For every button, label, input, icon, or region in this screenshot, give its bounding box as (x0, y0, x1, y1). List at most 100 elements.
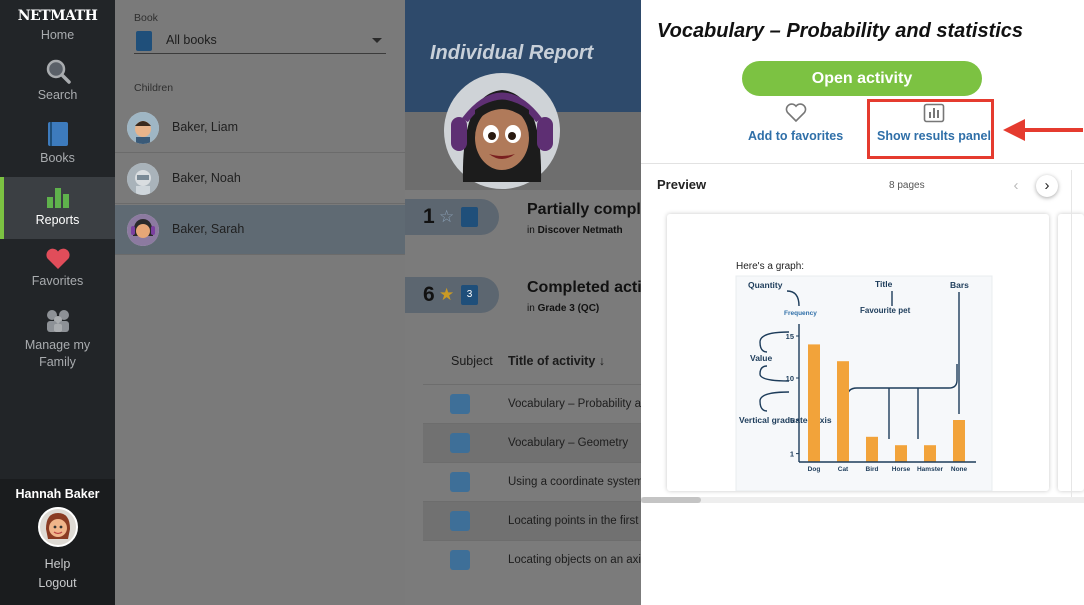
nav-reports-label: Reports (35, 213, 80, 227)
app-logo[interactable]: NETMATH (0, 8, 115, 24)
activity-title: Vocabulary – Probability and statistics (657, 20, 1024, 42)
book-select[interactable]: All books (134, 28, 386, 54)
activity-row[interactable]: Vocabulary – Probability an (423, 384, 641, 423)
activity-row[interactable]: Vocabulary – Geometry (423, 423, 641, 462)
report-title: Individual Report (430, 42, 594, 64)
nav-home-label: Home (40, 28, 75, 42)
child-item[interactable]: Baker, Liam (115, 103, 405, 153)
open-activity-button[interactable]: Open activity (742, 61, 982, 96)
stat-subtitle: in Discover Netmath (527, 225, 623, 236)
child-name: Baker, Noah (172, 171, 241, 185)
stat-subtitle: in Grade 3 (QC) (527, 303, 599, 314)
geometry-subject-icon (450, 472, 470, 492)
user-name: Hannah Baker (15, 487, 100, 501)
child-item[interactable]: Baker, Noah (115, 154, 405, 204)
add-favorites-button[interactable]: Add to favorites (748, 103, 843, 143)
nav-favorites-label: Favorites (31, 274, 84, 288)
heart-icon (45, 248, 70, 269)
nav-home[interactable]: Home (0, 28, 115, 48)
stat-book-name: Grade 3 (QC) (537, 303, 600, 314)
chart-category-label: Cat (838, 466, 849, 473)
chart-bar (808, 344, 820, 462)
nav-favorites[interactable]: Favorites (0, 248, 115, 298)
chart-bar (924, 445, 936, 462)
nav-books[interactable]: Books (0, 121, 115, 177)
label-frequency: Frequency (784, 310, 817, 317)
stat-title: Partially comple (527, 201, 641, 218)
previous-page-button[interactable]: ‹ (1005, 175, 1027, 197)
geometry-subject-icon (450, 511, 470, 531)
nav-family[interactable]: Manage my Family (0, 309, 115, 371)
chart-category-label: None (951, 466, 968, 473)
chart-bar (953, 420, 965, 462)
chart-y-tick-label: 5 (790, 416, 794, 425)
activity-title: Using a coordinate system (508, 476, 641, 488)
label-fav-pet: Favourite pet (860, 306, 911, 315)
chart-category-label: Dog (808, 466, 821, 473)
preview-page[interactable]: Here's a graph: Quantity Title Bars Freq… (667, 214, 1049, 491)
statistics-subject-icon (450, 394, 470, 414)
child-name: Baker, Sarah (172, 222, 245, 236)
activity-title: Vocabulary – Geometry (508, 437, 629, 449)
main-nav: NETMATH Home Search Books Reports Favori… (0, 0, 115, 605)
stat-pill: 1 ☆ (405, 199, 499, 235)
geometry-subject-icon (450, 550, 470, 570)
child-avatar (127, 163, 159, 195)
stat-title: Completed activ (527, 279, 641, 296)
book-icon (136, 31, 152, 51)
help-link[interactable]: Help (0, 557, 115, 571)
child-avatar (127, 214, 159, 246)
book-select-value: All books (166, 33, 217, 47)
child-item-selected[interactable]: Baker, Sarah (115, 205, 405, 255)
completed-stat[interactable]: 6 ★ 3 Completed activ in Grade 3 (QC) (405, 277, 641, 321)
nav-search[interactable]: Search (0, 58, 115, 114)
family-icon (46, 310, 69, 332)
activity-row[interactable]: Locating objects on an axis (423, 540, 641, 579)
highlight-box (867, 99, 994, 159)
stat-pill: 6 ★ 3 (405, 277, 499, 313)
report-area: Individual Report 1 ☆ Partially comple i… (405, 0, 641, 605)
label-title: Title (875, 279, 893, 289)
activity-title: Vocabulary – Probability an (508, 398, 641, 410)
book-label: Book (134, 12, 158, 24)
next-page-button[interactable]: › (1036, 175, 1058, 197)
book-icon (461, 207, 478, 227)
book-icon: 3 (461, 285, 478, 305)
logout-link[interactable]: Logout (0, 576, 115, 590)
stat-count: 1 (423, 205, 435, 228)
student-avatar (444, 73, 560, 189)
stat-prefix: in (527, 225, 535, 236)
column-title[interactable]: Title of activity ↓ (508, 354, 605, 368)
scrollbar-thumb[interactable] (641, 497, 701, 503)
star-filled-icon: ★ (439, 285, 455, 304)
geometry-subject-icon (450, 433, 470, 453)
label-value: Value (750, 353, 772, 363)
bar-chart-icon (46, 188, 69, 208)
activity-title: Locating objects on an axis (508, 554, 641, 566)
book-icon (47, 122, 68, 146)
nav-books-label: Books (40, 151, 75, 165)
annotation-arrow-icon (1003, 119, 1083, 141)
column-subject[interactable]: Subject (451, 354, 493, 368)
stat-book-name: Discover Netmath (537, 225, 623, 236)
nav-reports[interactable]: Reports (0, 177, 115, 239)
chart-bar (895, 445, 907, 462)
stat-count: 6 (423, 283, 435, 306)
child-name: Baker, Liam (172, 120, 239, 134)
add-favorites-label: Add to favorites (748, 129, 844, 143)
panel-scroll-edge (1071, 170, 1084, 500)
chart-bar (837, 361, 849, 462)
preview-label: Preview (657, 177, 707, 192)
children-label: Children (134, 82, 174, 94)
user-avatar[interactable] (37, 507, 78, 547)
horizontal-scrollbar[interactable] (641, 497, 1084, 503)
nav-search-label: Search (37, 88, 78, 102)
activity-row[interactable]: Using a coordinate system (423, 462, 641, 501)
heart-outline-icon (785, 103, 806, 123)
divider (641, 163, 1084, 164)
activity-panel: Vocabulary – Probability and statistics … (641, 0, 1084, 605)
partial-stat[interactable]: 1 ☆ Partially comple in Discover Netmath (405, 199, 641, 243)
activity-row[interactable]: Locating points in the first (423, 501, 641, 540)
caret-down-icon (372, 38, 382, 43)
preview-intro: Here's a graph: (736, 261, 804, 272)
